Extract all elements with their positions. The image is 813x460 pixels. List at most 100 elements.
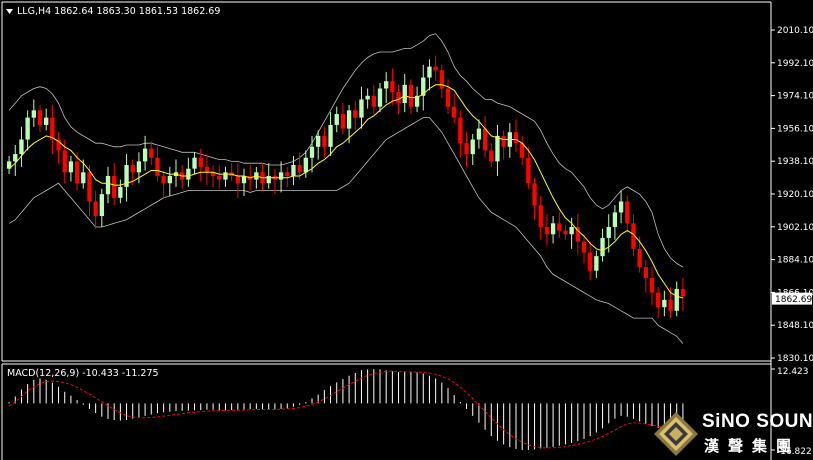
price-tick-label: 1956.10 — [777, 124, 813, 134]
candle-body — [427, 66, 432, 78]
candle-body — [285, 172, 290, 176]
brand-subtitle: 漢聲集團 — [704, 437, 801, 455]
candle-body — [99, 194, 104, 217]
candle-body — [31, 110, 36, 118]
price-tick-label: 1848.10 — [777, 321, 813, 331]
candle-body — [408, 84, 414, 107]
candle-body — [390, 81, 395, 93]
candle-body — [649, 278, 655, 293]
candle-body — [625, 201, 630, 224]
candle-body — [464, 143, 469, 155]
candle-body — [526, 157, 531, 184]
candle-body — [322, 135, 327, 147]
price-tick-label: 1830.10 — [777, 354, 813, 364]
brand-name: SiNO SOUND — [702, 411, 813, 432]
candle-body — [680, 288, 686, 297]
candle-body — [618, 201, 624, 213]
candle-body — [19, 139, 24, 155]
candle-body — [569, 226, 574, 235]
candle-body — [550, 223, 556, 235]
candle-body — [217, 175, 222, 180]
candle-body — [365, 95, 370, 100]
candle-body — [656, 292, 661, 308]
candle-body — [223, 172, 228, 180]
candle-body — [612, 212, 618, 227]
candle-body — [594, 256, 599, 271]
candle-body — [377, 88, 383, 107]
symbol-info: LLG,H4 1862.64 1863.30 1861.53 1862.69 — [17, 6, 220, 17]
candle-body — [25, 117, 30, 140]
candle-body — [235, 175, 240, 184]
candle-body — [291, 165, 296, 176]
candle-body — [297, 165, 302, 173]
candle-body — [433, 66, 438, 71]
symbol-header: LLG,H4 1862.64 1863.30 1861.53 1862.69 — [6, 6, 220, 17]
candle-body — [482, 128, 488, 151]
candle-body — [544, 226, 550, 235]
candle-body — [489, 150, 494, 162]
candle-body — [470, 139, 475, 155]
price-tick-label: 1902.10 — [777, 223, 813, 233]
candle-body — [192, 157, 197, 169]
candle-body — [359, 99, 364, 118]
candle-body — [445, 88, 451, 107]
candle-body — [606, 226, 611, 238]
candle-body — [532, 183, 537, 206]
sinosound-diamond-icon — [654, 412, 698, 456]
candle-body — [340, 114, 346, 129]
candle-body — [476, 128, 482, 140]
candle-body — [105, 175, 111, 195]
candle-body — [581, 241, 587, 253]
trading-chart[interactable]: 2010.10 1992.10 1974.10 1956.10 1938.10 1920.… — [0, 0, 813, 460]
candle-body — [557, 223, 562, 231]
price-tick-label: 1992.10 — [777, 59, 813, 69]
candle-body — [241, 175, 247, 184]
candle-body — [74, 161, 80, 184]
candle-body — [501, 135, 506, 147]
candle-body — [588, 252, 593, 271]
candle-body — [37, 110, 43, 125]
candle-body — [44, 117, 49, 125]
candle-body — [538, 205, 543, 227]
candle-body — [353, 110, 358, 118]
candle-body — [668, 299, 673, 311]
candle-body — [637, 248, 642, 268]
candle-body — [452, 106, 457, 118]
candle-body — [198, 157, 203, 167]
macd-max-tick: 12.423 — [777, 367, 809, 377]
candle-body — [316, 135, 321, 147]
candle-body — [130, 165, 135, 173]
svg-text:1862.69: 1862.69 — [775, 295, 812, 305]
candle-body — [600, 237, 605, 257]
candle-body — [87, 172, 92, 202]
candle-body — [346, 110, 352, 129]
candle-body — [278, 172, 284, 180]
price-tick-label: 1938.10 — [777, 157, 813, 167]
candle-body — [142, 148, 148, 162]
price-tick-label: 1974.10 — [777, 92, 813, 102]
candle-body — [50, 117, 55, 140]
candle-body — [328, 124, 333, 147]
candle-body — [384, 81, 389, 89]
price-tick-label: 2010.10 — [777, 26, 813, 36]
candle-body — [68, 161, 74, 173]
candle-body — [204, 166, 210, 173]
price-tick-label: 1920.10 — [777, 190, 813, 200]
candle-body — [13, 154, 18, 162]
current-price-label: 1862.69 — [772, 292, 812, 305]
candle-body — [266, 175, 271, 184]
candle-body — [402, 84, 407, 104]
candle-body — [167, 175, 172, 184]
candle-body — [81, 172, 86, 184]
macd-label: MACD(12,26,9) -10.433 -11.275 — [7, 368, 159, 379]
candle-body — [112, 175, 117, 198]
candle-body — [371, 95, 376, 107]
candle-body — [495, 135, 500, 162]
candle-body — [643, 267, 648, 279]
candle-body — [161, 175, 166, 184]
candle-body — [155, 157, 160, 176]
candle-body — [93, 201, 98, 217]
candle-body — [458, 117, 463, 144]
chart-background — [0, 0, 813, 460]
candle-body — [62, 150, 67, 173]
